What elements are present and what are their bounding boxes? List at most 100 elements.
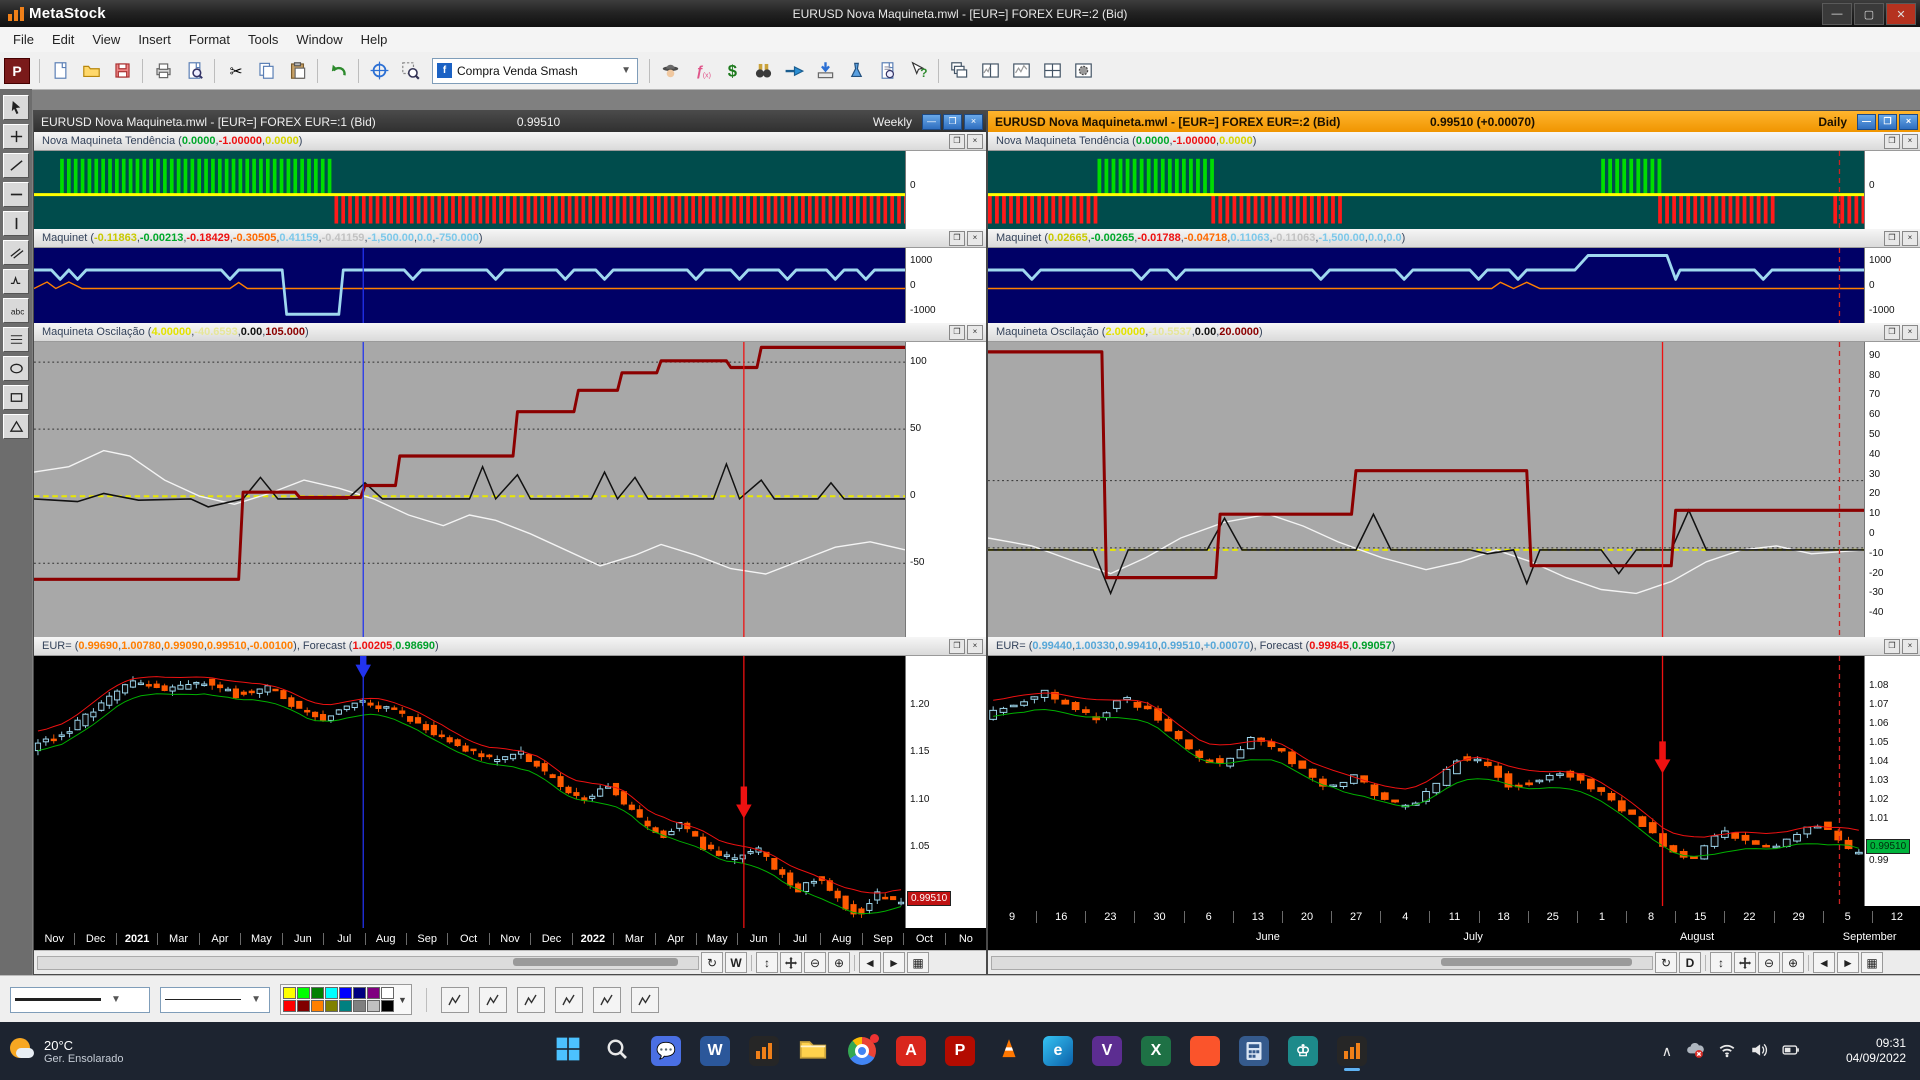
close-panel-button[interactable]: × xyxy=(1902,638,1918,654)
pan-button[interactable] xyxy=(780,952,802,973)
print-preview-button[interactable] xyxy=(179,56,209,86)
close-panel-button[interactable]: × xyxy=(967,638,983,654)
taskbar-start[interactable] xyxy=(547,1030,589,1072)
cascade-windows-button[interactable] xyxy=(944,56,974,86)
vertical-line-tool[interactable] xyxy=(3,211,29,236)
close-button[interactable]: × xyxy=(964,113,983,130)
periodicity-button[interactable]: W xyxy=(725,952,747,973)
color-swatch[interactable] xyxy=(283,1000,296,1012)
zigzag-6-button[interactable] xyxy=(630,986,659,1013)
parallel-lines-tool[interactable] xyxy=(3,240,29,265)
menu-edit[interactable]: Edit xyxy=(43,29,83,50)
price-plot[interactable] xyxy=(988,656,1864,906)
scale-button[interactable]: ↕ xyxy=(1710,952,1732,973)
close-button[interactable]: ✕ xyxy=(1886,3,1916,25)
color-swatch[interactable] xyxy=(297,1000,310,1012)
system-tester-button[interactable] xyxy=(841,56,871,86)
color-swatch[interactable] xyxy=(381,987,394,999)
text-tool[interactable]: abc xyxy=(3,298,29,323)
power-console-button[interactable]: P xyxy=(4,57,30,84)
close-panel-button[interactable]: × xyxy=(1902,230,1918,246)
restore-panel-button[interactable]: ❒ xyxy=(949,324,965,340)
triangle-tool[interactable] xyxy=(3,414,29,439)
crosshair-tool[interactable] xyxy=(3,124,29,149)
color-swatch[interactable] xyxy=(283,987,296,999)
scroll-right-button[interactable]: ► xyxy=(1837,952,1859,973)
scrollbar-thumb[interactable] xyxy=(1440,957,1633,966)
taskbar-brave[interactable] xyxy=(1184,1030,1226,1072)
taskbar-search[interactable] xyxy=(596,1030,638,1072)
zigzag-5-button[interactable] xyxy=(592,986,621,1013)
expert-advisor-button[interactable]: $ xyxy=(717,56,747,86)
expert-dropdown[interactable]: f Compra Venda Smash ▼ xyxy=(432,57,638,84)
fibonacci-tool[interactable] xyxy=(3,327,29,352)
ellipse-tool[interactable] xyxy=(3,356,29,381)
taskbar-teams[interactable]: 💬 xyxy=(645,1030,687,1072)
restore-button[interactable]: ❒ xyxy=(1878,113,1897,130)
paste-button[interactable] xyxy=(282,56,312,86)
taskbar-chrome[interactable] xyxy=(841,1030,883,1072)
cut-button[interactable]: ✂ xyxy=(220,56,250,86)
zoom-out-button[interactable]: ⊖ xyxy=(1758,952,1780,973)
tendencia-plot[interactable] xyxy=(988,151,1864,229)
copy-button[interactable] xyxy=(251,56,281,86)
color-swatch[interactable] xyxy=(353,987,366,999)
color-swatch[interactable] xyxy=(353,1000,366,1012)
taskbar-word[interactable]: W xyxy=(694,1030,736,1072)
cycle-lines-tool[interactable] xyxy=(3,269,29,294)
color-swatch[interactable] xyxy=(367,1000,380,1012)
taskbar-file-explorer[interactable] xyxy=(792,1030,834,1072)
color-swatch[interactable] xyxy=(325,987,338,999)
menu-view[interactable]: View xyxy=(83,29,129,50)
restore-panel-button[interactable]: ❒ xyxy=(1884,230,1900,246)
zoom-area-button[interactable] xyxy=(395,56,425,86)
taskbar-clock[interactable]: 09:31 04/09/2022 xyxy=(1846,1036,1906,1066)
restore-button[interactable]: ❒ xyxy=(943,113,962,130)
periodicity-button[interactable]: D xyxy=(1679,952,1701,973)
minimize-button[interactable]: — xyxy=(1857,113,1876,130)
taskbar-metastock[interactable] xyxy=(743,1030,785,1072)
battery[interactable] xyxy=(1782,1041,1800,1062)
print-button[interactable] xyxy=(148,56,178,86)
maquinet-plot[interactable] xyxy=(34,248,905,323)
new-chart-button[interactable] xyxy=(45,56,75,86)
data-table-button[interactable]: ▦ xyxy=(907,952,929,973)
date-axis-weeks[interactable]: 9 16 23 30 6 13 20 27 4 11 18 25 1 8 15 22 29 5 12 xyxy=(988,906,1920,928)
scroll-right-button[interactable]: ► xyxy=(883,952,905,973)
volume[interactable] xyxy=(1750,1041,1768,1062)
downloader-button[interactable] xyxy=(810,56,840,86)
date-axis[interactable]: Nov Dec 2021 Mar Apr May Jun Jul Aug Sep Oct Nov Dec… xyxy=(34,928,986,950)
oscilacao-plot[interactable] xyxy=(34,342,905,637)
restore-panel-button[interactable]: ❒ xyxy=(949,230,965,246)
minimize-button[interactable]: — xyxy=(1822,3,1852,25)
onedrive-error[interactable] xyxy=(1686,1041,1704,1062)
tray-chevron[interactable]: ∧ xyxy=(1662,1043,1672,1060)
scroll-left-button[interactable]: ◄ xyxy=(859,952,881,973)
close-panel-button[interactable]: × xyxy=(967,133,983,149)
menu-insert[interactable]: Insert xyxy=(129,29,180,50)
forecaster-button[interactable] xyxy=(779,56,809,86)
color-swatch[interactable] xyxy=(311,987,324,999)
oscilacao-plot[interactable] xyxy=(988,342,1864,637)
minimize-button[interactable]: — xyxy=(922,113,941,130)
menu-file[interactable]: File xyxy=(4,29,43,50)
date-axis-months[interactable]: June July August September xyxy=(988,928,1920,950)
chart-title-bar[interactable]: EURUSD Nova Maquineta.mwl - [EUR=] FOREX… xyxy=(988,111,1920,132)
tile-horizontal-button[interactable] xyxy=(1006,56,1036,86)
restore-panel-button[interactable]: ❒ xyxy=(949,638,965,654)
close-panel-button[interactable]: × xyxy=(967,230,983,246)
zigzag-3-button[interactable] xyxy=(516,986,545,1013)
undo-button[interactable] xyxy=(323,56,353,86)
scroll-left-button[interactable]: ◄ xyxy=(1813,952,1835,973)
restore-panel-button[interactable]: ❒ xyxy=(1884,324,1900,340)
rectangle-tool[interactable] xyxy=(3,385,29,410)
taskbar-excel[interactable]: X xyxy=(1135,1030,1177,1072)
explorer-button[interactable] xyxy=(655,56,685,86)
menu-tools[interactable]: Tools xyxy=(239,29,287,50)
color-swatch[interactable] xyxy=(311,1000,324,1012)
tendencia-plot[interactable] xyxy=(34,151,905,229)
context-help-button[interactable]: ? xyxy=(903,56,933,86)
taskbar-calculator[interactable] xyxy=(1233,1030,1275,1072)
chart-title-bar[interactable]: EURUSD Nova Maquineta.mwl - [EUR=] FOREX… xyxy=(34,111,986,132)
color-swatch[interactable] xyxy=(297,987,310,999)
